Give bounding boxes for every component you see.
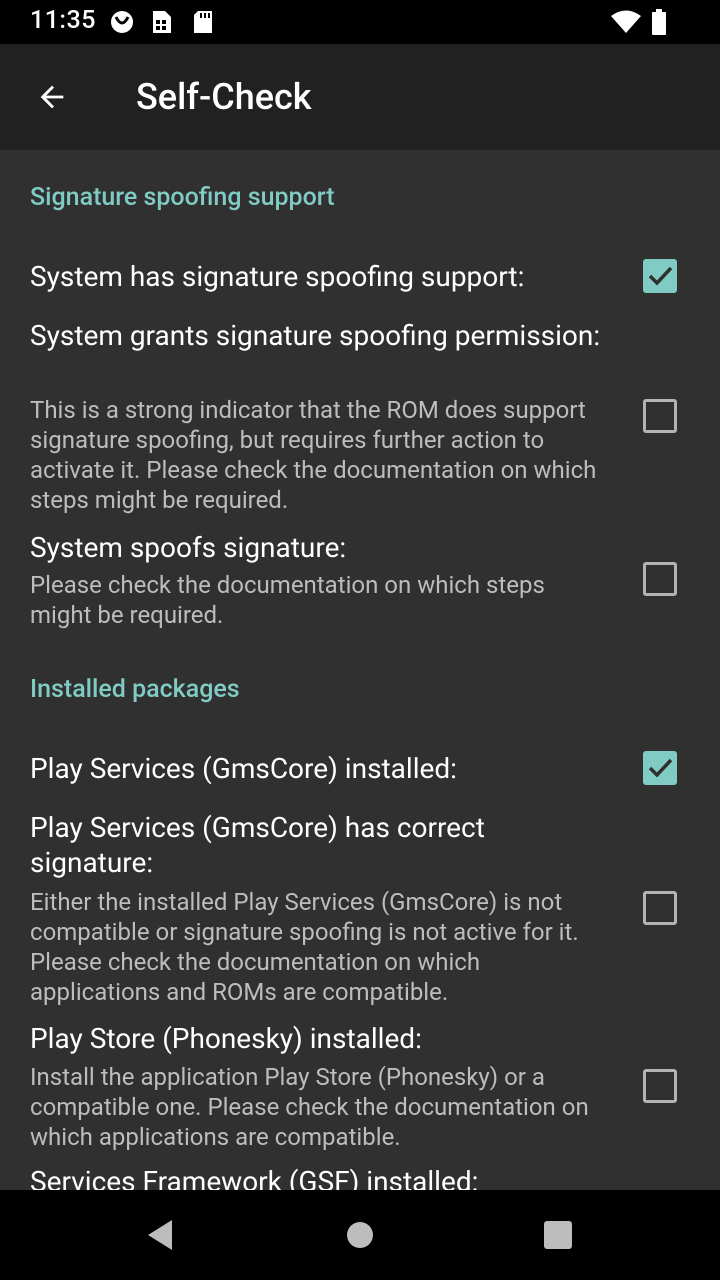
- check-item-gmscore-signature[interactable]: Play Services (GmsCore) has correct sign…: [0, 810, 720, 1010]
- self-check-list[interactable]: Signature spoofing support System has si…: [0, 150, 720, 1190]
- battery-icon: [650, 9, 668, 39]
- back-button[interactable]: [22, 73, 82, 121]
- nav-recents-button[interactable]: [528, 1215, 588, 1255]
- sim-card-icon: [151, 9, 173, 39]
- check-item-title: Play Services (GmsCore) has correct sign…: [30, 811, 485, 879]
- check-item-description: Either the installed Play Services (GmsC…: [30, 888, 579, 1006]
- page-title: Self-Check: [136, 76, 312, 118]
- nav-recents-icon: [544, 1221, 572, 1249]
- check-item-description: Install the application Play Store (Phon…: [30, 1063, 589, 1151]
- navigation-bar: [0, 1190, 720, 1280]
- checkbox-checked[interactable]: [643, 751, 677, 785]
- nav-back-icon: [148, 1220, 172, 1250]
- status-bar: 11:35: [0, 0, 720, 44]
- check-item-title: Services Framework (GSF) installed:: [30, 1165, 479, 1190]
- sd-card-icon: [192, 9, 214, 39]
- check-item-system-spoofs-signature[interactable]: System spoofs signature: Please check th…: [0, 530, 720, 640]
- checkmark-icon: [648, 758, 673, 778]
- check-item-title: System has signature spoofing support:: [30, 260, 525, 293]
- section-header-signature-spoofing: Signature spoofing support: [30, 183, 335, 212]
- nav-home-button[interactable]: [330, 1215, 390, 1255]
- check-item-signature-spoofing-permission[interactable]: System grants signature spoofing permiss…: [0, 318, 720, 518]
- checkbox-unchecked[interactable]: [643, 562, 677, 596]
- gms-notification-icon: [108, 9, 136, 39]
- nav-back-button[interactable]: [130, 1215, 190, 1255]
- check-item-description: Please check the documentation on which …: [30, 571, 545, 629]
- check-item-title: Play Store (Phonesky) installed:: [30, 1022, 422, 1055]
- checkmark-icon: [648, 266, 673, 286]
- check-item-title: System grants signature spoofing permiss…: [30, 319, 601, 352]
- check-item-description: This is a strong indicator that the ROM …: [30, 396, 597, 514]
- check-item-title: Play Services (GmsCore) installed:: [30, 752, 457, 785]
- check-item-phonesky-installed[interactable]: Play Store (Phonesky) installed: Install…: [0, 1021, 720, 1161]
- status-time: 11:35: [30, 6, 96, 35]
- nav-home-icon: [347, 1222, 373, 1248]
- check-item-signature-spoofing-support[interactable]: System has signature spoofing support:: [0, 254, 720, 302]
- wifi-icon: [610, 9, 642, 39]
- checkbox-checked[interactable]: [643, 259, 677, 293]
- check-item-gsf-installed[interactable]: Services Framework (GSF) installed:: [0, 1164, 720, 1190]
- checkbox-unchecked[interactable]: [643, 399, 677, 433]
- checkbox-unchecked[interactable]: [643, 1069, 677, 1103]
- arrow-back-icon: [40, 85, 64, 109]
- check-item-title: System spoofs signature:: [30, 531, 347, 564]
- check-item-gmscore-installed[interactable]: Play Services (GmsCore) installed:: [0, 746, 720, 794]
- section-header-installed-packages: Installed packages: [30, 675, 240, 704]
- checkbox-unchecked[interactable]: [643, 891, 677, 925]
- app-bar: Self-Check: [0, 44, 720, 150]
